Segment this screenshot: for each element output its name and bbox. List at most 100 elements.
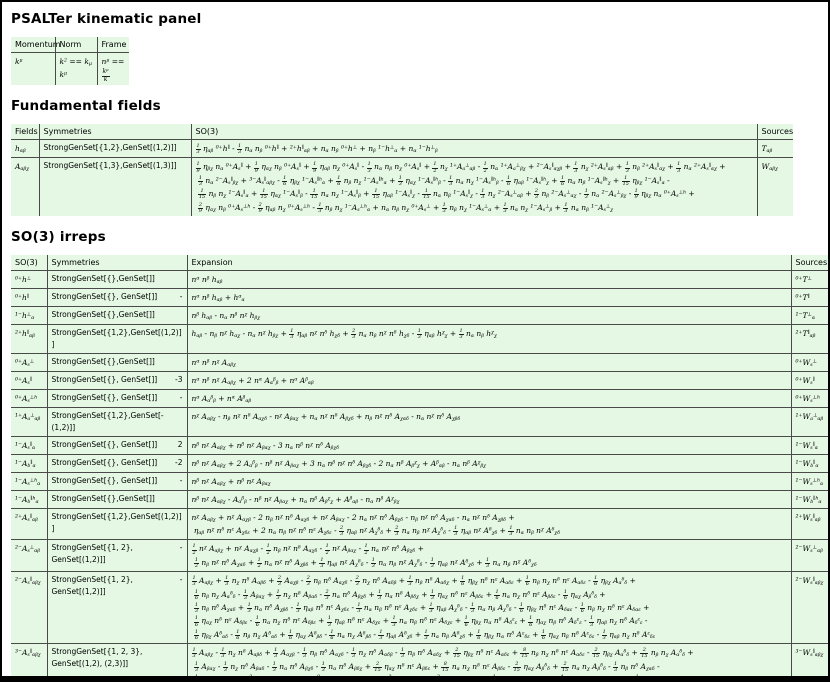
irreps-row-6: ⁰⁺As⊥h - StrongGenSet[{}, GenSet[]] nα Aα… bbox=[11, 388, 828, 408]
irrep-expansion: nα nβ hαβ + hαα bbox=[186, 287, 791, 307]
irreps-row-14: ²⁻As∥αβχ - StrongGenSet[{1, 2}, GenSet[(1… bbox=[11, 571, 828, 644]
irrep-label: ¹⁻As∥α bbox=[11, 435, 47, 455]
irrep-symmetries: 2 StrongGenSet[{}, GenSet[]] bbox=[46, 435, 187, 455]
irrep-expansion: nβ nχ Aαβχ - Aαββ - nβ nχ Aβαχ + nα nβ A… bbox=[186, 489, 791, 509]
irrep-expansion: nβ nχ Aαβχ + nβ nχ Aβαχ - 3 nα nβ nχ nδ … bbox=[186, 435, 791, 455]
irrep-expansion: nα nβ nχ Aαβχ + 2 nα Aαββ + nα Aβαβ bbox=[186, 370, 791, 390]
ff-so3-expansion-h: 13 ηαβ ⁰⁺h∥ - 13 nα nβ ⁰⁺h∥ + ²⁺h∥αβ + n… bbox=[190, 138, 757, 158]
irrep-label: ²⁺h∥αβ bbox=[11, 323, 47, 354]
ff-symmetries-h: StrongGenSet[{1,2},GenSet[(1,2)]] bbox=[38, 138, 191, 158]
irrep-label: ¹⁻h⊥α bbox=[11, 305, 47, 325]
irrep-source: ²⁻Ws⊥αβ bbox=[790, 539, 828, 572]
ff-symmetries-a: StrongGenSet[{1,3},GenSet[(1,3)]] bbox=[38, 157, 191, 216]
kinematic-header-norm: Norm bbox=[54, 37, 97, 53]
irreps-header-symmetries: Symmetries bbox=[46, 254, 187, 271]
irrep-symmetries: StrongGenSet[{},GenSet[]] bbox=[46, 305, 187, 325]
irreps-row-7: ¹⁺Aa⊥αβ StrongGenSet[{1,2},GenSet[-(1,2)… bbox=[11, 406, 828, 437]
irreps-header-expansion: Expansion bbox=[186, 254, 791, 271]
ff-field-a: Aαβχ bbox=[11, 157, 39, 216]
irreps-row-15: ³⁻As∥αβχ StrongGenSet[{1, 2, 3}, GenSet[… bbox=[11, 643, 828, 676]
irrep-source: ⁰⁺Ws⊥ bbox=[790, 352, 828, 372]
irreps-row-5: ⁰⁺As∥ -3 StrongGenSet[{}, GenSet[]] nα nβ… bbox=[11, 370, 828, 390]
irreps-row-2: ¹⁻h⊥α StrongGenSet[{},GenSet[]] nβ hαβ -… bbox=[11, 305, 828, 325]
kinematic-table: Momentum Norm Frame kμ k2 == kμ kμ nμ ==… bbox=[11, 37, 129, 85]
psalter-output-panel: PSALTer kinematic panel Momentum Norm Fr… bbox=[0, 0, 830, 682]
irreps-row-8: ¹⁻As∥α 2 StrongGenSet[{}, GenSet[]] nβ nχ… bbox=[11, 435, 828, 455]
ff-row-a: Aαβχ StrongGenSet[{1,3},GenSet[(1,3)]] 1… bbox=[11, 157, 793, 216]
irrep-source: ²⁺Ws∥αβ bbox=[790, 507, 828, 540]
ff-header-sources: Sources bbox=[756, 123, 793, 140]
irreps-row-10: ¹⁻As⊥hα - StrongGenSet[{}, GenSet[]] nβ n… bbox=[11, 471, 828, 491]
irrep-source: ⁰⁺T⊥ bbox=[790, 269, 828, 289]
irrep-label: ¹⁺Aa⊥αβ bbox=[11, 406, 47, 437]
irrep-label: ¹⁻Ab∥hα bbox=[11, 489, 47, 509]
irrep-label: ⁰⁺h∥ bbox=[11, 287, 47, 307]
irrep-label: ²⁻As∥αβχ bbox=[11, 571, 47, 644]
irrep-label: ⁰⁺h⊥ bbox=[11, 269, 47, 289]
irrep-expansion: 13 Aαβχ - 13 nχ nδ Aαβδ + 13 Aαχβ - 13 n… bbox=[186, 643, 791, 676]
irrep-source: ²⁻Ws∥αβχ bbox=[790, 571, 828, 644]
ff-field-h: hαβ bbox=[11, 138, 39, 158]
kinematic-panel-title: PSALTer kinematic panel bbox=[11, 11, 202, 27]
irrep-label: ³⁻As∥αβχ bbox=[11, 643, 47, 676]
irrep-label: ²⁻As⊥αβ bbox=[11, 539, 47, 572]
irrep-expansion: nβ nχ Aαβχ + 2 Aαββ - nβ nχ Aβαχ + 3 nα … bbox=[186, 453, 791, 473]
ff-header-symmetries: Symmetries bbox=[38, 123, 191, 140]
irrep-symmetries: -2 StrongGenSet[{}, GenSet[]] bbox=[46, 453, 187, 473]
irreps-row-1: ⁰⁺h∥ - StrongGenSet[{}, GenSet[]] nα nβ h… bbox=[11, 287, 828, 307]
kinematic-header-momentum: Momentum bbox=[11, 37, 61, 53]
irreps-header-sources: Sources bbox=[790, 254, 828, 271]
irrep-symmetries: - StrongGenSet[{}, GenSet[]] bbox=[46, 471, 187, 491]
irrep-symmetries: -3 StrongGenSet[{}, GenSet[]] bbox=[46, 370, 187, 390]
irrep-symmetries: StrongGenSet[{1,2},GenSet[(1,2)]] bbox=[46, 323, 187, 354]
irreps-header-so3: SO(3) bbox=[11, 254, 47, 271]
irrep-expansion: nβ hαβ - nα nβ nχ hβχ bbox=[186, 305, 791, 325]
irreps-row-12: ²⁺As∥αβ StrongGenSet[{1,2},GenSet[(1,2)]… bbox=[11, 507, 828, 540]
irreps-row-3: ²⁺h∥αβ StrongGenSet[{1,2},GenSet[(1,2)]]… bbox=[11, 323, 828, 354]
irrep-source: ¹⁻T⊥α bbox=[790, 305, 828, 325]
irrep-symmetries: - StrongGenSet[{1, 2}, GenSet[(1,2)]] bbox=[46, 571, 187, 644]
irrep-label: ⁰⁺As⊥ bbox=[11, 352, 47, 372]
irrep-symmetries: - StrongGenSet[{1, 2}, GenSet[(1,2)]] bbox=[46, 539, 187, 572]
irreps-header-row: SO(3) Symmetries Expansion Sources bbox=[11, 254, 828, 271]
irrep-expansion: nα nβ nχ Aαβχ bbox=[186, 352, 791, 372]
irrep-expansion: nα nβ hαβ bbox=[186, 269, 791, 289]
irrep-source: ²⁺T∥αβ bbox=[790, 323, 828, 354]
fundamental-fields-title: Fundamental fields bbox=[11, 97, 161, 114]
irrep-symmetries: StrongGenSet[{},GenSet[]] bbox=[46, 489, 187, 509]
fundamental-fields-table: Fields Symmetries SO(3) Sources hαβ Stro… bbox=[11, 123, 793, 216]
frame-value: nμ == kμ k bbox=[96, 51, 129, 85]
irrep-symmetries: StrongGenSet[{1, 2, 3}, GenSet[(1,2), (2… bbox=[46, 643, 187, 676]
kinematic-header-frame: Frame bbox=[96, 37, 129, 53]
irrep-source: ¹⁻Ws⊥hα bbox=[790, 471, 828, 491]
irrep-source: ¹⁻Wb∥α bbox=[790, 453, 828, 473]
irrep-source: ³⁻Ws∥αβχ bbox=[790, 643, 828, 676]
irrep-source: ¹⁻Wb∥hα bbox=[790, 489, 828, 509]
irrep-source: ¹⁺Wa⊥αβ bbox=[790, 406, 828, 437]
ff-so3-expansion-a: 19 ηβχ nα ⁰⁺As∥ + 19 ηαχ nβ ⁰⁺As∥ + 19 η… bbox=[190, 157, 757, 216]
irrep-symmetries: StrongGenSet[{},GenSet[]] bbox=[46, 269, 187, 289]
irrep-symmetries: StrongGenSet[{1,2},GenSet[-(1,2)]] bbox=[46, 406, 187, 437]
irrep-label: ⁰⁺As∥ bbox=[11, 370, 47, 390]
so3-irreps-table: SO(3) Symmetries Expansion Sources ⁰⁺h⊥ … bbox=[11, 254, 828, 676]
irreps-row-4: ⁰⁺As⊥ StrongGenSet[{},GenSet[]] nα nβ nχ… bbox=[11, 352, 828, 372]
irrep-label: ¹⁻As⊥hα bbox=[11, 471, 47, 491]
irrep-label: ⁰⁺As⊥h bbox=[11, 388, 47, 408]
kinematic-header-row: Momentum Norm Frame bbox=[11, 37, 129, 53]
irrep-expansion: nβ nχ Aαβχ + nβ nχ Aβαχ bbox=[186, 471, 791, 491]
irrep-symmetries: - StrongGenSet[{}, GenSet[]] bbox=[46, 287, 187, 307]
irrep-source: ⁰⁺T∥ bbox=[790, 287, 828, 307]
irrep-expansion: 12 nχ Aαβχ + nχ Aαχβ - 12 nβ nχ nδ Aαχδ … bbox=[186, 539, 791, 572]
frame-fraction: kμ k bbox=[101, 68, 110, 83]
irrep-symmetries: StrongGenSet[{},GenSet[]] bbox=[46, 352, 187, 372]
so3-irreps-title: SO(3) irreps bbox=[11, 228, 106, 245]
irrep-expansion: nα Aαββ + nα Aβαβ bbox=[186, 388, 791, 408]
irrep-symmetries: StrongGenSet[{1,2},GenSet[(1,2)]] bbox=[46, 507, 187, 540]
ff-header-so3: SO(3) bbox=[190, 123, 757, 140]
irrep-expansion: hαβ - nβ nχ hαχ - nα nχ hβχ + 13 ηαβ nχ … bbox=[186, 323, 791, 354]
irreps-row-13: ²⁻As⊥αβ - StrongGenSet[{1, 2}, GenSet[(1,… bbox=[11, 539, 828, 572]
irrep-source: ¹⁻Ws∥α bbox=[790, 435, 828, 455]
irreps-row-0: ⁰⁺h⊥ StrongGenSet[{},GenSet[]] nα nβ hαβ… bbox=[11, 269, 828, 289]
kinematic-value-row: kμ k2 == kμ kμ nμ == kμ k bbox=[11, 51, 129, 85]
irrep-expansion: 13 Aαβχ + 13 nχ nδ Aαβδ + 23 Aαχβ - 23 n… bbox=[186, 571, 791, 644]
